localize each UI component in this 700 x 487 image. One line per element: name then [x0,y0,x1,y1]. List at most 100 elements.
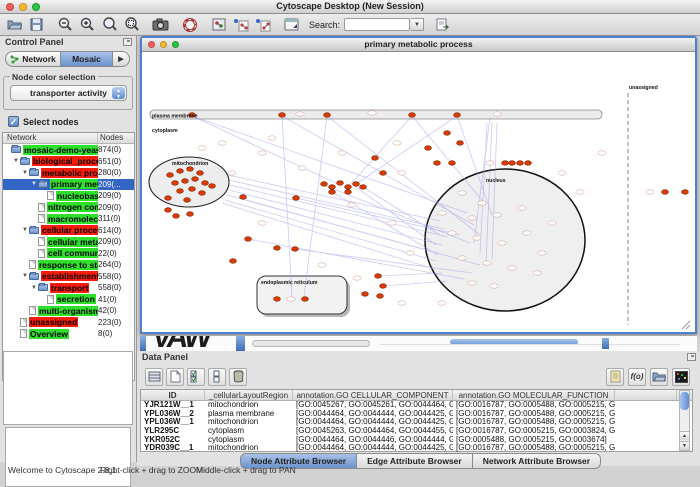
camera-icon[interactable] [150,15,171,35]
network-node[interactable] [454,113,461,118]
network-node[interactable] [302,297,309,302]
tree-row-response-to-stimulu[interactable]: response to stimulu264(0) [3,259,134,271]
network-node[interactable] [425,146,432,151]
network-node[interactable] [509,161,516,166]
network-node[interactable] [173,214,180,219]
network-node[interactable] [165,196,172,201]
matrix-view-icon[interactable] [672,368,690,386]
attribute-browser-icon[interactable] [281,15,302,35]
scroll-down-icon[interactable]: ▼ [680,441,689,450]
plugins-help-icon[interactable] [179,15,200,35]
tree-row-biological-process[interactable]: ▼biological_process651(0) [3,156,134,168]
tree-expand-arrow-icon[interactable]: ▼ [12,158,20,164]
network-node[interactable] [199,191,206,196]
network-node[interactable] [409,113,416,118]
column-header-_cellularLayoutRegion[interactable]: _cellularLayoutRegion [205,390,293,400]
tree-row-multi-organism-pro[interactable]: multi-organism pro42(0) [3,305,134,317]
network-window-titlebar[interactable]: primary metabolic process [142,38,695,52]
select-columns-icon[interactable] [145,368,163,386]
network-node[interactable] [375,274,382,279]
scroll-up-icon[interactable]: ▲ [680,431,689,440]
network-node[interactable] [337,181,344,186]
network-node[interactable] [177,189,184,194]
network-node[interactable] [525,161,532,166]
column-header-annotation.GO MOLECULAR_FUNCTION[interactable]: annotation.GO MOLECULAR_FUNCTION [453,390,615,400]
network-node[interactable] [682,190,689,195]
apply-layout-icon[interactable] [230,15,251,35]
tree-row-cell-communicat[interactable]: cell communicat22(0) [3,248,134,260]
more-tabs-arrow-icon[interactable]: ▶ [113,51,130,67]
tree-row-nucleobase-[interactable]: nucleobase-209(0) [3,190,134,202]
save-button[interactable] [26,15,47,35]
attribute-table[interactable]: ID_cellularLayoutRegionannotation.GO CEL… [140,389,693,452]
zoom-fit-icon[interactable] [99,15,120,35]
resize-grip-icon[interactable] [682,321,690,329]
tree-row-transport[interactable]: ▼transport558(0) [3,282,134,294]
float-panel-icon[interactable] [123,38,132,46]
network-node[interactable] [293,196,300,201]
tree-row-mosaic-demo-yeast[interactable]: mosaic-demo-yeast874(0) [3,144,134,156]
network-node[interactable] [187,167,194,172]
network-node[interactable] [202,181,209,186]
network-node[interactable] [292,247,299,252]
network-node[interactable] [279,113,286,118]
tree-row-overview[interactable]: Overview8(0) [3,328,134,340]
network-node[interactable] [329,190,336,195]
tab-mosaic[interactable]: Mosaic [61,51,113,67]
float-data-panel-icon[interactable] [687,353,696,361]
table-row-YPL036W__1[interactable]: YPL036W__1mitochondrion[GO:0044464, GO:0… [141,418,692,427]
network-node[interactable] [184,198,191,203]
network-node[interactable] [172,181,179,186]
column-header-ID[interactable]: ID [141,390,205,400]
network-node[interactable] [245,237,252,242]
tree-expand-arrow-icon[interactable]: ▼ [30,181,38,187]
delete-attribute-icon[interactable] [229,368,247,386]
network-node[interactable] [197,171,204,176]
tree-expand-arrow-icon[interactable]: ▼ [21,227,29,233]
node-color-attribute-select[interactable]: transporter activity ▲▼ [10,85,127,101]
network-node[interactable] [177,169,184,174]
network-node[interactable] [434,161,441,166]
open-file-button[interactable] [4,15,25,35]
network-node[interactable] [372,156,379,161]
network-node[interactable] [360,185,367,190]
network-node[interactable] [167,173,174,178]
network-node[interactable] [165,208,172,213]
birdseye-view-panel[interactable] [3,351,133,425]
network-node[interactable] [209,184,216,189]
network-node[interactable] [502,161,509,166]
table-row-YDR039C__1[interactable]: YDR039C__1mitochondrion[GO:0044464, GO:0… [141,444,692,453]
select-nodes-checkbox[interactable]: ✓ [8,116,19,127]
attribute-table-header[interactable]: ID_cellularLayoutRegionannotation.GO CEL… [141,390,692,401]
network-node[interactable] [380,171,387,176]
unselect-attributes-icon[interactable] [208,368,226,386]
tree-row-cellular-process[interactable]: ▼cellular process614(0) [3,225,134,237]
tree-row-macromolecule[interactable]: macromolecule311(0) [3,213,134,225]
search-options-icon[interactable] [432,15,453,35]
search-input[interactable] [344,18,410,31]
table-row-YPL036W__2[interactable]: YPL036W__2plasma membrane[GO:0044464, GO… [141,410,692,419]
network-canvas[interactable]: plasma membranecytoplasmmitochondrionnuc… [142,53,695,332]
network-node[interactable] [274,297,281,302]
tab-network[interactable]: Network [5,51,61,67]
tree-expand-arrow-icon[interactable]: ▼ [21,170,29,176]
network-node[interactable] [457,141,464,146]
tree-row-primary-metabo[interactable]: ▼primary metabo209(... [3,179,134,191]
open-attribute-file-icon[interactable] [650,368,668,386]
table-row-YKR052C[interactable]: YKR052Ccytoplasm[GO:0044464, GO:0044446,… [141,436,692,445]
network-node[interactable] [230,259,237,264]
network-node[interactable] [353,182,360,187]
tree-expand-arrow-icon[interactable]: ▼ [30,285,38,291]
tree-row-metabolic-process[interactable]: ▼metabolic process280(0) [3,167,134,179]
table-row-YJR121W__1[interactable]: YJR121W__1mitochondrion[GO:0045267, GO:0… [141,401,692,410]
tree-row-secretion[interactable]: secretion41(0) [3,294,134,306]
network-node[interactable] [329,185,336,190]
create-attribute-icon[interactable] [166,368,184,386]
network-node[interactable] [187,212,194,217]
network-node[interactable] [192,177,199,182]
zoom-selected-icon[interactable] [121,15,142,35]
tree-row-cellular-metabo[interactable]: cellular metabo209(0) [3,236,134,248]
scrollbar-thumb[interactable] [680,392,689,410]
network-node[interactable] [362,292,369,297]
tree-row-establishment-of-lo[interactable]: ▼establishment of lo558(0) [3,271,134,283]
